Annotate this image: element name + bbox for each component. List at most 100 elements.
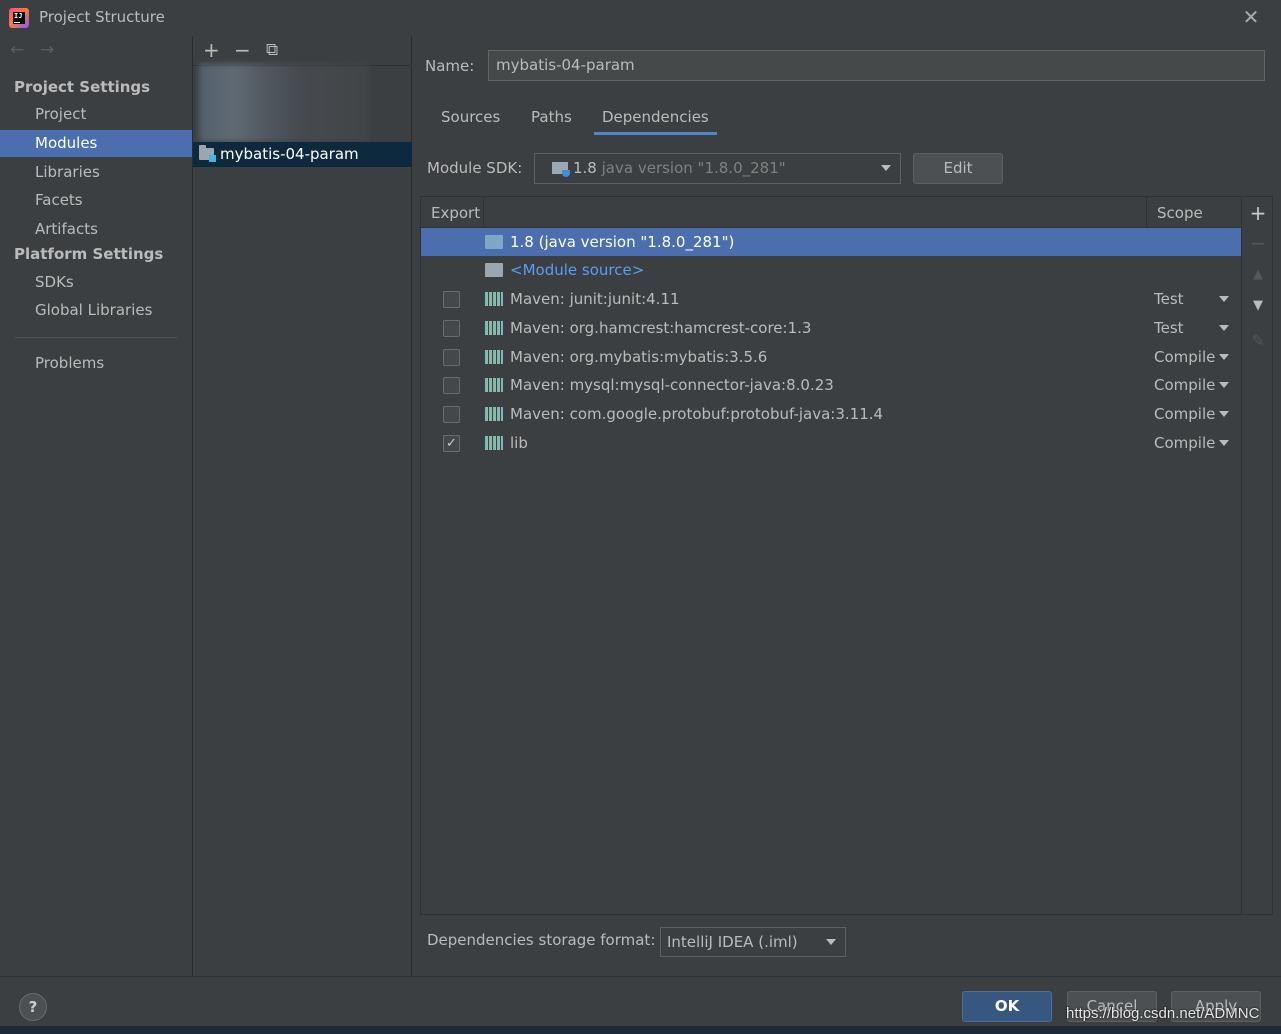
export-checkbox-checked[interactable]: ✓ (443, 435, 460, 452)
name-label: Name: (425, 57, 475, 75)
sdk-version: 1.8 (573, 159, 597, 177)
export-checkbox[interactable] (443, 377, 460, 394)
scope-select[interactable]: Compile (1154, 343, 1234, 371)
module-toolbar: + − ⧉ (193, 36, 412, 66)
scope-value: Compile (1154, 348, 1216, 366)
table-row[interactable]: Maven: com.google.protobuf:protobuf-java… (421, 400, 1241, 428)
edit-icon[interactable]: ✎ (1243, 331, 1273, 350)
help-icon[interactable]: ? (19, 993, 47, 1021)
scope-value: Test (1154, 319, 1184, 337)
nav-item-problems[interactable]: Problems (0, 350, 192, 377)
dependencies-table: Export Scope 1.8 (java version "1.8.0_28… (420, 196, 1242, 915)
export-checkbox[interactable] (443, 406, 460, 423)
scope-value: Compile (1154, 434, 1216, 452)
dependency-name: Maven: org.hamcrest:hamcrest-core:1.3 (510, 319, 812, 337)
dependency-name: Maven: junit:junit:4.11 (510, 290, 680, 308)
scope-select[interactable]: Compile (1154, 400, 1234, 428)
ok-button[interactable]: OK (962, 991, 1052, 1022)
module-item-label: mybatis-04-param (220, 145, 359, 163)
module-item[interactable]: mybatis-04-param (193, 142, 412, 167)
nav-item-global-libraries[interactable]: Global Libraries (0, 297, 192, 324)
nav-item-sdks[interactable]: SDKs (0, 269, 192, 296)
sdk-folder-icon (552, 162, 570, 177)
scope-select[interactable]: Test (1154, 314, 1234, 342)
move-up-icon[interactable]: ▲ (1243, 267, 1273, 282)
nav-item-project[interactable]: Project (0, 101, 192, 128)
remove-icon[interactable]: − (234, 38, 251, 62)
nav-item-modules[interactable]: Modules (0, 130, 192, 157)
intellij-app-icon: IJ (9, 8, 29, 28)
table-row[interactable]: Maven: junit:junit:4.11 Test (421, 285, 1241, 313)
scope-value: Test (1154, 290, 1184, 308)
module-sdk-label: Module SDK: (427, 159, 523, 177)
dependency-name: Maven: mysql:mysql-connector-java:8.0.23 (510, 376, 834, 394)
dependency-name: Maven: org.mybatis:mybatis:3.5.6 (510, 348, 768, 366)
add-icon[interactable]: + (203, 38, 220, 62)
dependencies-toolbar: + − ▲ ▼ ✎ (1243, 196, 1273, 915)
forward-arrow-icon[interactable]: → (40, 40, 70, 60)
blurred-region (199, 64, 369, 142)
project-settings-header: Project Settings (14, 78, 151, 96)
source-folder-icon (485, 263, 503, 277)
scope-select[interactable]: Compile (1154, 429, 1234, 457)
tab-sources[interactable]: Sources (441, 105, 500, 135)
export-checkbox[interactable] (443, 349, 460, 366)
edit-sdk-button[interactable]: Edit (913, 153, 1003, 184)
nav-item-artifacts[interactable]: Artifacts (0, 216, 192, 243)
storage-format-label: Dependencies storage format: (427, 931, 656, 949)
scope-select[interactable]: Test (1154, 285, 1234, 313)
title-bar: IJ Project Structure ✕ (0, 0, 1281, 36)
scope-value: Compile (1154, 376, 1216, 394)
sdk-detail: java version "1.8.0_281" (601, 159, 786, 177)
remove-icon[interactable]: − (1243, 231, 1273, 255)
export-checkbox[interactable] (443, 291, 460, 308)
maven-library-icon (485, 407, 503, 421)
platform-settings-header: Platform Settings (14, 245, 164, 263)
library-icon (485, 436, 503, 450)
copy-icon[interactable]: ⧉ (266, 40, 278, 60)
table-row[interactable]: ✓ lib Compile (421, 429, 1241, 457)
tab-dependencies[interactable]: Dependencies (594, 105, 717, 135)
chevron-down-icon (1219, 382, 1229, 388)
nav-divider (14, 337, 178, 338)
module-list-pane: + − ⧉ mybatis-04-param (192, 36, 412, 976)
dependencies-header: Export Scope (421, 197, 1241, 228)
move-down-icon[interactable]: ▼ (1243, 298, 1273, 313)
sdk-folder-icon (485, 235, 503, 249)
scope-value: Compile (1154, 405, 1216, 423)
chevron-down-icon (1219, 325, 1229, 331)
dependency-name: lib (510, 434, 528, 452)
chevron-down-icon (1219, 296, 1229, 302)
back-arrow-icon[interactable]: ← (10, 40, 40, 60)
module-sdk-select[interactable]: 1.8 java version "1.8.0_281" (534, 153, 901, 184)
maven-library-icon (485, 321, 503, 335)
table-row[interactable]: <Module source> (421, 256, 1241, 284)
chevron-down-icon (1219, 354, 1229, 360)
taskbar-strip (0, 1026, 1281, 1034)
nav-item-libraries[interactable]: Libraries (0, 159, 192, 186)
scope-select[interactable]: Compile (1154, 371, 1234, 399)
table-row[interactable]: Maven: org.hamcrest:hamcrest-core:1.3 Te… (421, 314, 1241, 342)
add-icon[interactable]: + (1243, 201, 1273, 225)
table-row[interactable]: 1.8 (java version "1.8.0_281") (421, 228, 1241, 256)
nav-item-facets[interactable]: Facets (0, 187, 192, 214)
export-checkbox[interactable] (443, 320, 460, 337)
column-scope[interactable]: Scope (1157, 204, 1203, 222)
close-icon[interactable]: ✕ (1240, 6, 1262, 28)
maven-library-icon (485, 292, 503, 306)
table-row[interactable]: Maven: mysql:mysql-connector-java:8.0.23… (421, 371, 1241, 399)
column-divider (1146, 197, 1147, 228)
storage-format-select[interactable]: IntelliJ IDEA (.iml) (660, 927, 846, 957)
module-folder-icon (199, 145, 216, 162)
module-name-input[interactable]: mybatis-04-param (488, 50, 1265, 81)
tab-paths[interactable]: Paths (531, 105, 572, 135)
dependency-name: <Module source> (510, 261, 645, 279)
chevron-down-icon (1219, 411, 1229, 417)
nav-history: ← → (10, 40, 70, 64)
window-title: Project Structure (39, 8, 165, 26)
chevron-down-icon (1219, 440, 1229, 446)
column-export[interactable]: Export (431, 204, 480, 222)
storage-format-value: IntelliJ IDEA (.iml) (667, 933, 798, 951)
table-row[interactable]: Maven: org.mybatis:mybatis:3.5.6 Compile (421, 343, 1241, 371)
dependency-name: 1.8 (java version "1.8.0_281") (510, 233, 735, 251)
